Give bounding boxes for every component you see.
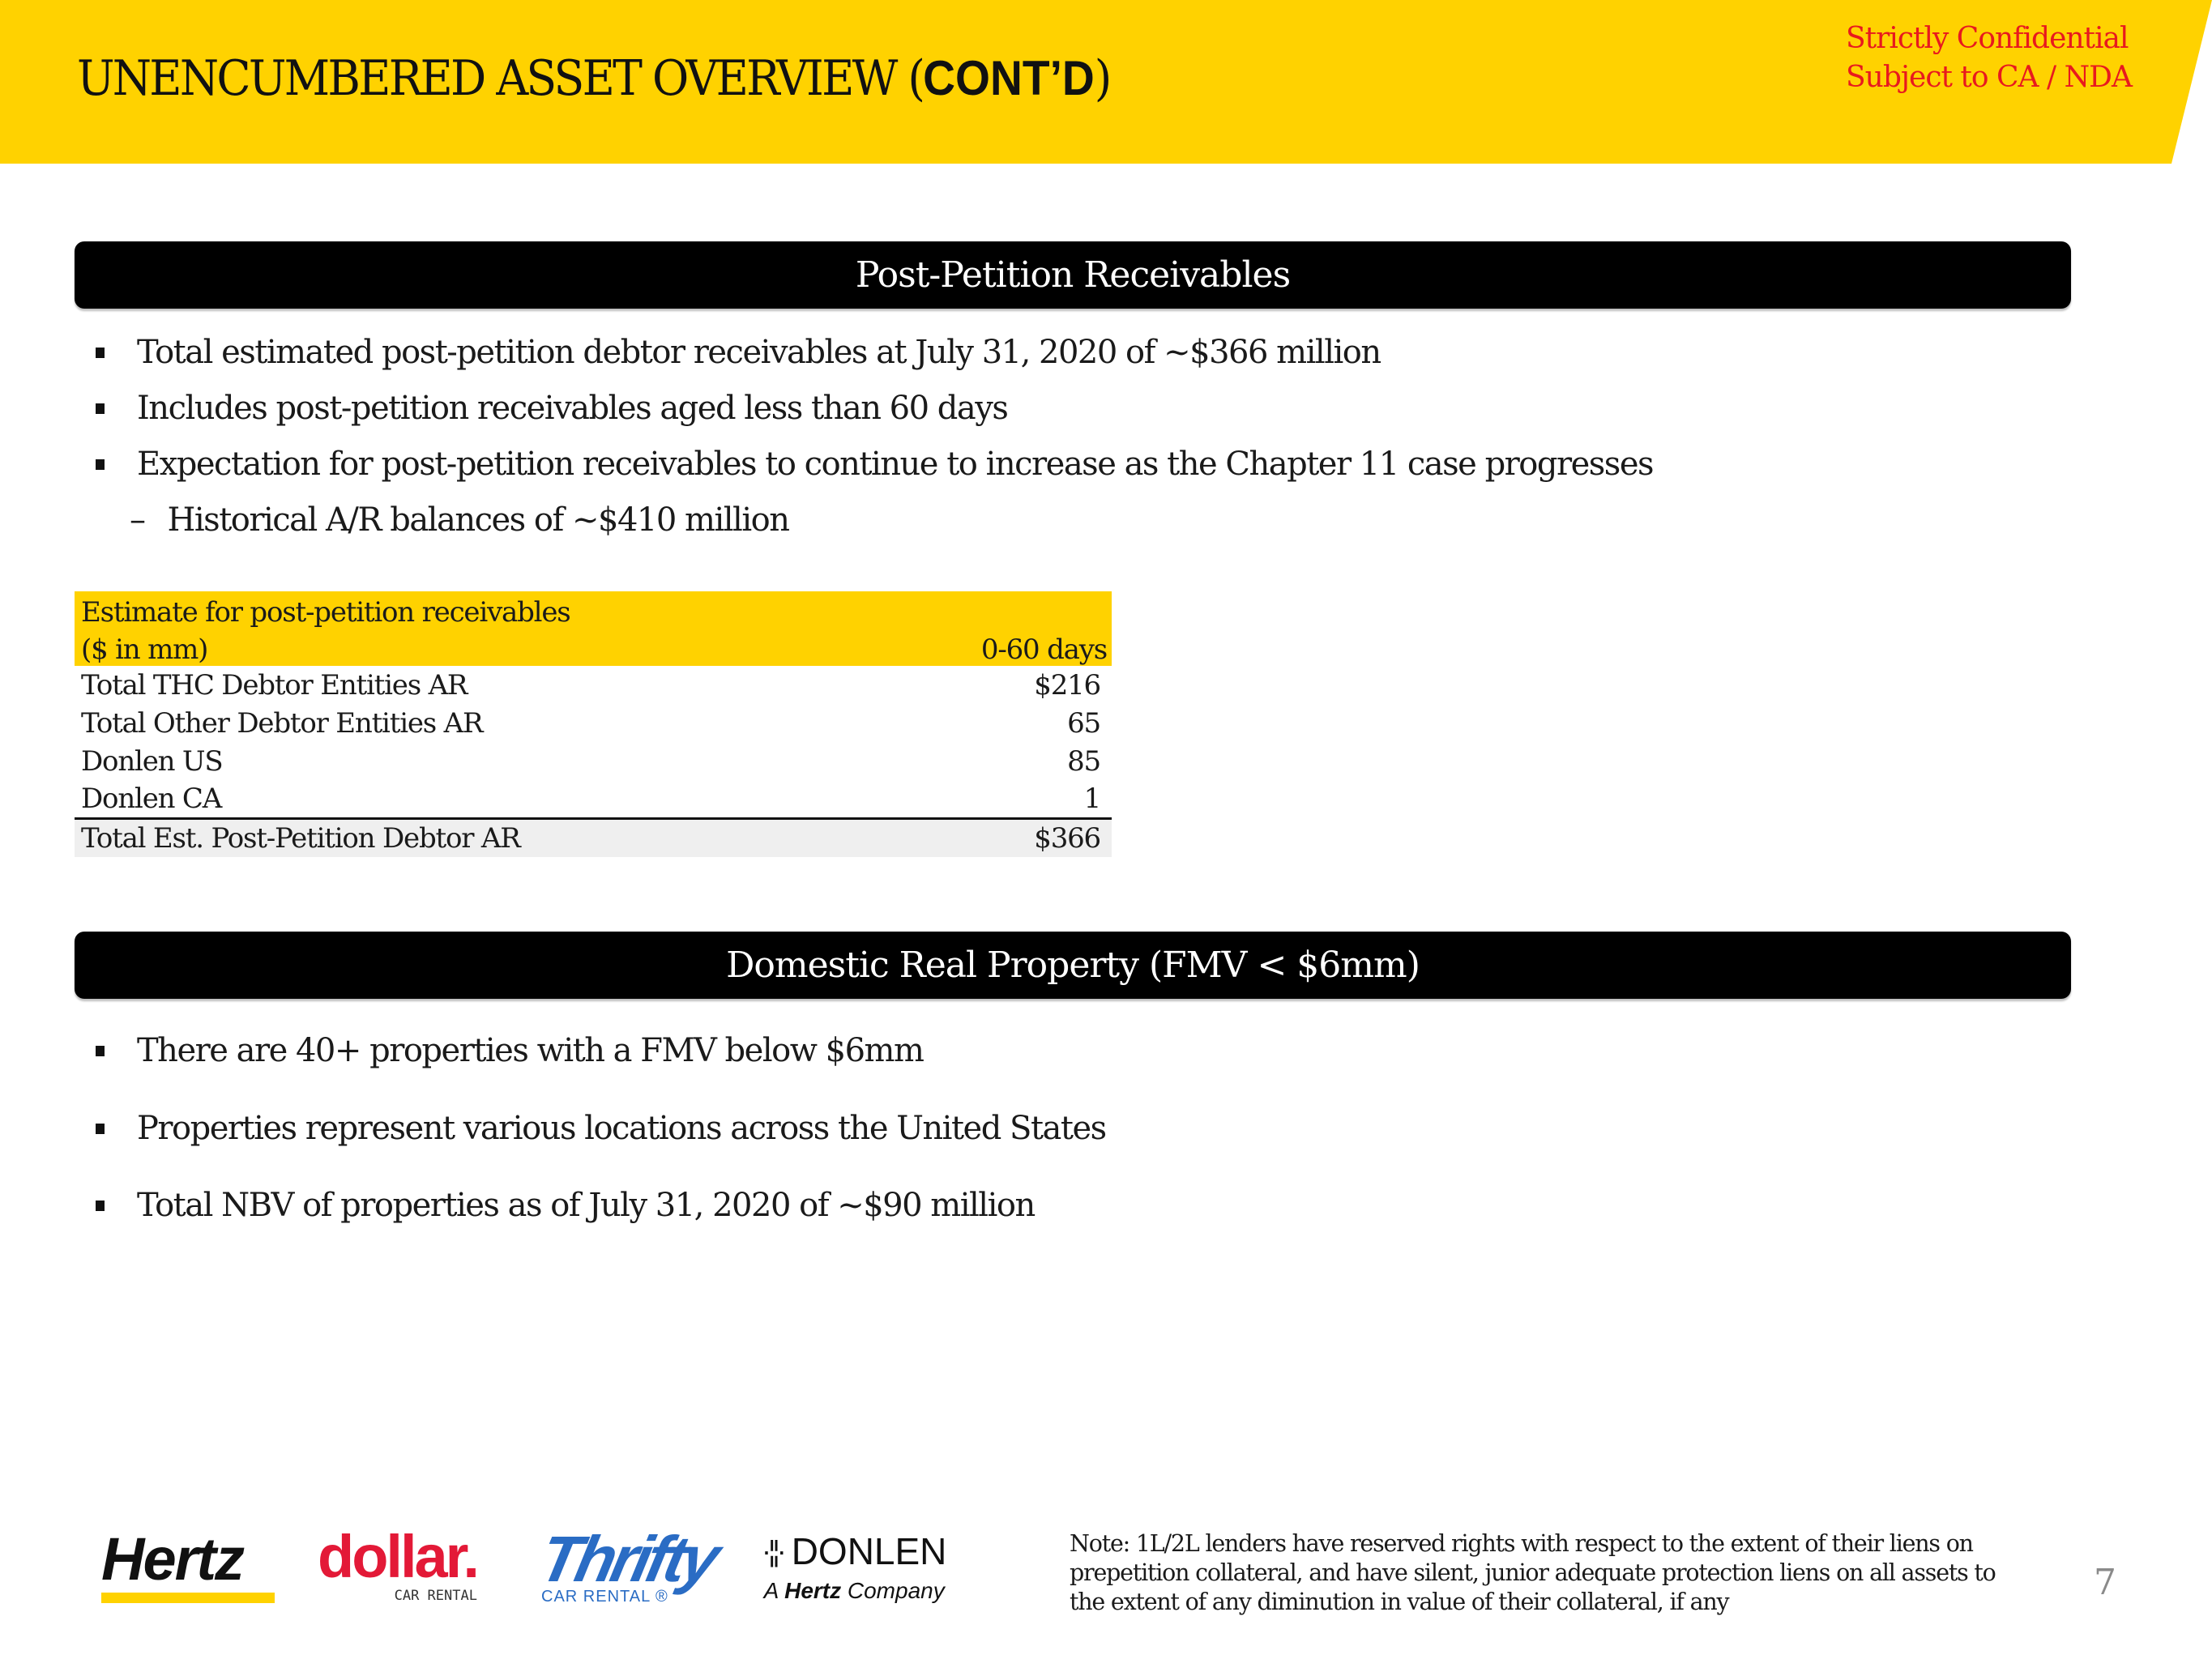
table-header-row: ($ in mm) 0-60 days [75, 629, 1112, 666]
row-value: 1 [1083, 782, 1102, 815]
hertz-logo: Hertz [101, 1529, 275, 1603]
page-title-regular: UNENCUMBERED ASSET OVERVIEW ( [77, 50, 925, 107]
brand-logos: Hertz dollar. CAR RENTAL Thrifty CAR REN… [97, 1523, 989, 1606]
donlen-mark-icon: ·¦¦· [762, 1534, 787, 1567]
bullet-square-icon [96, 458, 105, 470]
table-row: Donlen CA 1 [75, 780, 1112, 818]
bullet-square-icon [96, 1123, 105, 1134]
table-header-title: Estimate for post-petition receivables [81, 596, 571, 629]
thrifty-logo: Thrifty CAR RENTAL ® [534, 1523, 723, 1606]
table-row: Donlen US 85 [75, 742, 1112, 780]
row-value: 85 [1067, 744, 1101, 778]
bullet-text: Expectation for post-petition receivable… [137, 446, 1655, 483]
row-label: Donlen US [81, 744, 224, 778]
dollar-logo: dollar. CAR RENTAL [318, 1523, 480, 1605]
receivables-table: Estimate for post-petition receivables (… [75, 591, 1112, 857]
table-header-column: 0-60 days [980, 633, 1108, 666]
donlen-subtitle: A Hertz Company [762, 1578, 946, 1604]
row-value: $216 [1034, 668, 1101, 702]
section-title: Post-Petition Receivables [855, 254, 1291, 296]
page-title-close: ) [1094, 50, 1112, 107]
donlen-sub-a: A [763, 1578, 785, 1603]
donlen-text: DONLEN [791, 1530, 947, 1572]
table-header-row: Estimate for post-petition receivables [75, 591, 1112, 629]
page-title-bold: CONT’D [923, 51, 1095, 105]
table-total-row: Total Est. Post-Petition Debtor AR $366 [75, 817, 1112, 857]
bullet-item: Expectation for post-petition receivable… [96, 446, 1655, 483]
donlen-wordmark: ·¦¦· DONLEN [762, 1531, 946, 1572]
bullet-text: Total estimated post-petition debtor rec… [137, 334, 1381, 371]
bullet-item: Properties represent various locations a… [96, 1110, 1107, 1147]
row-label: Donlen CA [81, 782, 222, 815]
hertz-yellow-bar [101, 1593, 275, 1603]
bullet-square-icon [96, 1045, 105, 1056]
table-row: Total Other Debtor Entities AR 65 [75, 704, 1112, 742]
section-banner-receivables: Post-Petition Receivables [75, 241, 2071, 309]
sub-bullet-item: – Historical A/R balances of ~$410 millio… [130, 501, 790, 539]
bullet-square-icon [96, 403, 105, 414]
confidentiality-line-1: Strictly Confidential [1846, 22, 2129, 55]
hertz-wordmark: Hertz [101, 1525, 245, 1593]
thrifty-wordmark: Thrifty [533, 1523, 723, 1595]
total-value: $366 [870, 817, 1112, 857]
row-value: 65 [1067, 706, 1101, 740]
footnote: Note: 1L/2L lenders have reserved rights… [1070, 1530, 1996, 1615]
donlen-sub-company: Company [841, 1578, 945, 1603]
confidentiality-line-2: Subject to CA / NDA [1846, 61, 2133, 94]
page-title: UNENCUMBERED ASSET OVERVIEW (CONT’D) [77, 50, 1112, 107]
row-label: Total Other Debtor Entities AR [81, 706, 484, 740]
donlen-sub-hertz: Hertz [784, 1578, 842, 1603]
bullet-item: Total NBV of properties as of July 31, 2… [96, 1187, 1036, 1224]
bullet-item: Includes post-petition receivables aged … [96, 390, 1009, 427]
total-label: Total Est. Post-Petition Debtor AR [75, 817, 871, 857]
bullet-text: Includes post-petition receivables aged … [137, 390, 1009, 427]
dash-icon: – [130, 501, 146, 539]
donlen-logo: ·¦¦· DONLEN A Hertz Company [762, 1531, 946, 1604]
page-number: 7 [2094, 1562, 2116, 1603]
dollar-subtitle: CAR RENTAL [394, 1588, 477, 1604]
bullet-square-icon [96, 1200, 105, 1211]
bullet-text: Total NBV of properties as of July 31, 2… [137, 1187, 1036, 1224]
table-row: Total THC Debtor Entities AR $216 [75, 666, 1112, 704]
table-header-units: ($ in mm) [81, 633, 208, 666]
bullet-item: There are 40+ properties with a FMV belo… [96, 1032, 925, 1069]
bullet-item: Total estimated post-petition debtor rec… [96, 334, 1381, 371]
bullet-square-icon [96, 347, 105, 358]
section-title: Domestic Real Property (FMV < $6mm) [726, 945, 1420, 986]
section-banner-property: Domestic Real Property (FMV < $6mm) [75, 932, 2071, 999]
confidentiality-notice: Strictly Confidential Subject to CA / ND… [1846, 19, 2133, 97]
bullet-text: There are 40+ properties with a FMV belo… [137, 1032, 925, 1069]
sub-bullet-text: Historical A/R balances of ~$410 million [167, 501, 790, 539]
bullet-text: Properties represent various locations a… [137, 1110, 1107, 1147]
dollar-wordmark: dollar. [318, 1523, 480, 1590]
row-label: Total THC Debtor Entities AR [81, 668, 468, 702]
